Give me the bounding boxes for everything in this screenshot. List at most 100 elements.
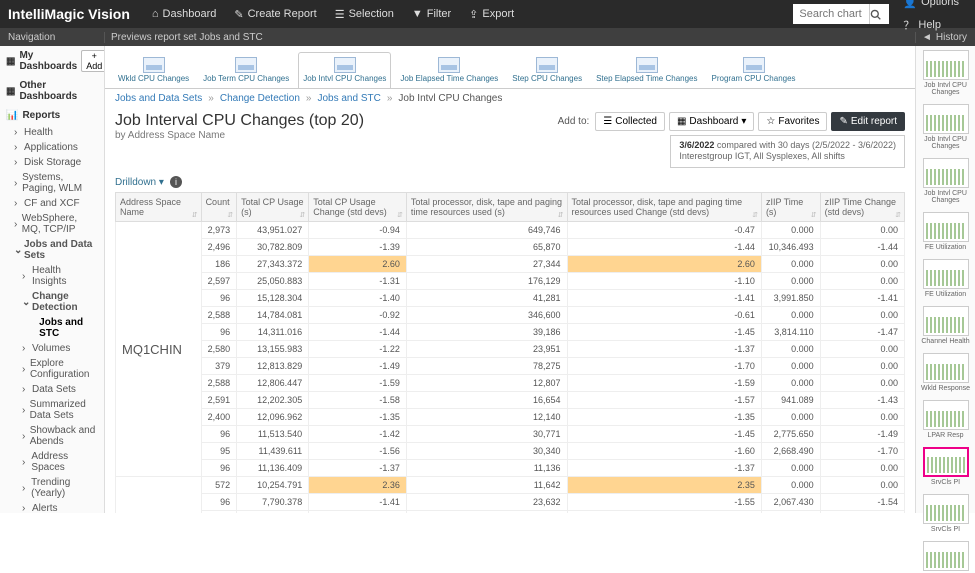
dashboard-button[interactable]: ▦Dashboard▾ <box>669 112 754 131</box>
history-thumb-icon <box>923 104 969 134</box>
breadcrumb-item[interactable]: Jobs and STC <box>317 93 380 104</box>
sidebar-item[interactable]: Jobs and STC <box>0 315 104 341</box>
nav-export[interactable]: ⇪Export <box>461 4 522 25</box>
history-item[interactable]: SrvCls PI <box>921 447 971 486</box>
table-row[interactable]: 2,58812,806.447-1.5912,807-1.590.0000.00 <box>116 375 905 392</box>
history-item[interactable]: FE Utilization <box>921 212 971 251</box>
table-row[interactable]: 18627,343.3722.6027,3442.600.0000.00 <box>116 256 905 273</box>
history-item[interactable]: Job Intvl CPU Changes <box>921 50 971 96</box>
table-row[interactable]: MQ1CHIN2,97343,951.027-0.94649,746-0.470… <box>116 222 905 239</box>
drilldown-link[interactable]: Drilldown ▾ <box>115 177 164 188</box>
table-row[interactable]: 9511,439.611-1.5630,340-1.602,668.490-1.… <box>116 443 905 460</box>
sidebar-item[interactable]: ⌄Change Detection <box>0 289 104 315</box>
sidebar-item[interactable]: ›Disk Storage <box>0 155 104 170</box>
sidebar-item[interactable]: ›Alerts <box>0 501 104 513</box>
subbar-navigation: Navigation <box>0 32 105 43</box>
data-cell: 3,814.110 <box>761 324 820 341</box>
table-row[interactable]: 9614,311.016-1.4439,186-1.453,814.110-1.… <box>116 324 905 341</box>
sidebar-other-dashboards[interactable]: ▦ Other Dashboards <box>0 76 104 106</box>
column-header[interactable]: zIIP Time (s)⇵ <box>761 193 820 222</box>
sidebar-item[interactable]: ›Applications <box>0 140 104 155</box>
sidebar-item[interactable]: ›Data Sets <box>0 382 104 397</box>
breadcrumb-item[interactable]: Change Detection <box>220 93 300 104</box>
back-icon[interactable]: ◄ <box>922 32 932 43</box>
sidebar-item-label: CF and XCF <box>24 198 80 209</box>
history-item[interactable]: LPAR Resp <box>921 400 971 439</box>
history-item[interactable]: Wkld Response <box>921 353 971 392</box>
sidebar-item[interactable]: ›Address Spaces <box>0 449 104 475</box>
add-dashboard-button[interactable]: + Add <box>81 50 105 72</box>
data-cell: 2,775.650 <box>761 426 820 443</box>
tab[interactable]: Program CPU Changes <box>707 52 801 88</box>
column-header[interactable]: Total processor, disk, tape and paging t… <box>567 193 761 222</box>
table-row[interactable]: 2,58814,784.081-0.92346,600-0.610.0000.0… <box>116 307 905 324</box>
column-header[interactable]: Count⇵ <box>201 193 237 222</box>
table-row[interactable]: 9611,136.409-1.3711,136-1.370.0000.00 <box>116 460 905 477</box>
history-item[interactable]: Channel Health <box>921 306 971 345</box>
sidebar-item[interactable]: ⌄Jobs and Data Sets <box>0 237 104 263</box>
history-item[interactable] <box>921 541 971 573</box>
table-row[interactable]: 2,40012,096.962-1.3512,140-1.350.0000.00 <box>116 409 905 426</box>
nav-filter[interactable]: ▼Filter <box>404 4 459 24</box>
column-header[interactable]: Address Space Name⇵ <box>116 193 202 222</box>
sidebar-item[interactable]: ›Trending (Yearly) <box>0 475 104 501</box>
sidebar-reports[interactable]: 📊 Reports <box>0 106 104 125</box>
data-cell: 96 <box>201 290 237 307</box>
sidebar-my-dashboards[interactable]: ▦ My Dashboards + Add <box>0 46 104 76</box>
search-input[interactable] <box>793 4 869 24</box>
sidebar-item-label: Disk Storage <box>24 157 81 168</box>
data-cell: 11,136.409 <box>237 460 309 477</box>
sidebar-item[interactable]: ›Explore Configuration <box>0 356 104 382</box>
data-cell: 2.36 <box>309 477 407 494</box>
edit-report-button[interactable]: ✎Edit report <box>831 112 905 131</box>
history-item[interactable]: Job Intvl CPU Changes <box>921 104 971 150</box>
tab[interactable]: Job Intvl CPU Changes <box>298 52 391 88</box>
tab[interactable]: Job Elapsed Time Changes <box>395 52 503 88</box>
table-row[interactable]: 967,790.378-1.4123,632-1.552,067.430-1.5… <box>116 494 905 511</box>
table-row[interactable]: 37912,813.829-1.4978,275-1.700.0000.00 <box>116 358 905 375</box>
table-row[interactable]: TCPTEST57210,254.7912.3611,6422.350.0000… <box>116 477 905 494</box>
column-header[interactable]: Total CP Usage Change (std devs)⇵ <box>309 193 407 222</box>
favorites-button[interactable]: ☆Favorites <box>758 112 827 131</box>
nav-selection[interactable]: ☰Selection <box>327 4 402 25</box>
data-cell: -1.44 <box>309 324 407 341</box>
info-icon[interactable]: i <box>170 176 182 188</box>
tab[interactable]: Step Elapsed Time Changes <box>591 52 702 88</box>
sidebar-item[interactable]: ›Systems, Paging, WLM <box>0 170 104 196</box>
collected-button[interactable]: ☰Collected <box>595 112 665 131</box>
sidebar-item-label: Health Insights <box>32 265 98 287</box>
table-row[interactable]: 2,49630,782.809-1.3965,870-1.4410,346.49… <box>116 239 905 256</box>
table-row[interactable]: 9615,128.304-1.4041,281-1.413,991.850-1.… <box>116 290 905 307</box>
data-cell: 346,600 <box>406 307 567 324</box>
sidebar-item[interactable]: ›Volumes <box>0 341 104 356</box>
nav-dashboard[interactable]: ⌂Dashboard <box>144 4 224 24</box>
nav-create-report[interactable]: ✎Create Report <box>226 4 324 25</box>
data-cell: 2.35 <box>567 477 761 494</box>
data-cell: 95 <box>201 443 237 460</box>
table-row[interactable]: 2,58013,155.983-1.2223,951-1.370.0000.00 <box>116 341 905 358</box>
sidebar-item[interactable]: ›Summarized Data Sets <box>0 397 104 423</box>
breadcrumb-item[interactable]: Jobs and Data Sets <box>115 93 202 104</box>
table-row[interactable]: 9611,513.540-1.4230,771-1.452,775.650-1.… <box>116 426 905 443</box>
sidebar-item[interactable]: ›WebSphere, MQ, TCP/IP <box>0 211 104 237</box>
table-row[interactable]: 2,59725,050.883-1.31176,129-1.100.0000.0… <box>116 273 905 290</box>
data-cell: 186 <box>201 256 237 273</box>
column-header[interactable]: Total processor, disk, tape and paging t… <box>406 193 567 222</box>
column-header[interactable]: zIIP Time Change (std devs)⇵ <box>820 193 904 222</box>
sidebar-item[interactable]: ›Health Insights <box>0 263 104 289</box>
nav-options[interactable]: 👤Options <box>895 0 967 13</box>
tab[interactable]: Wkld CPU Changes <box>113 52 194 88</box>
tab[interactable]: Step CPU Changes <box>507 52 587 88</box>
history-item[interactable]: FE Utilization <box>921 259 971 298</box>
history-item[interactable]: SrvCls PI <box>921 494 971 533</box>
sidebar-item[interactable]: ›Showback and Abends <box>0 423 104 449</box>
tab[interactable]: Job Term CPU Changes <box>198 52 294 88</box>
data-cell: 30,782.809 <box>237 239 309 256</box>
sidebar-item[interactable]: ›Health <box>0 125 104 140</box>
column-header[interactable]: Total CP Usage (s)⇵ <box>237 193 309 222</box>
table-row[interactable]: 2,59112,202.305-1.5816,654-1.57941.089-1… <box>116 392 905 409</box>
history-label: Job Intvl CPU Changes <box>921 190 971 204</box>
sidebar-item[interactable]: ›CF and XCF <box>0 196 104 211</box>
search-button[interactable] <box>869 4 889 24</box>
history-item[interactable]: Job Intvl CPU Changes <box>921 158 971 204</box>
